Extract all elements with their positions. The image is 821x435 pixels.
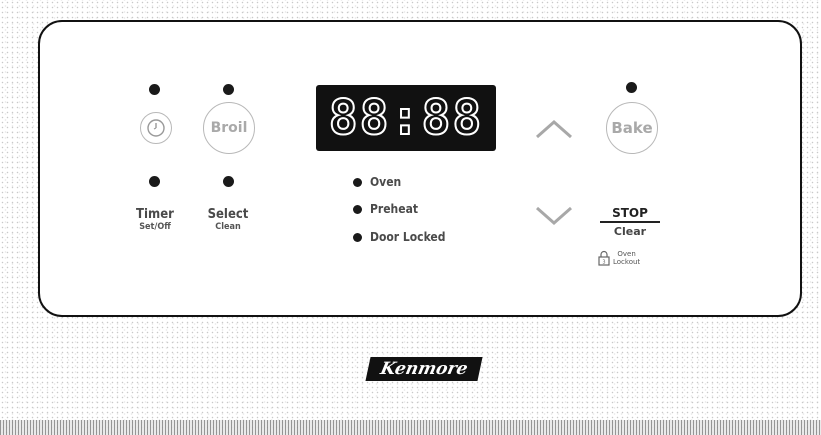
oven-indicator-label: Oven: [370, 175, 402, 189]
indicator-preheat: Preheat: [353, 202, 418, 216]
up-arrow-icon[interactable]: [534, 118, 574, 140]
bake-button-label: Bake: [611, 119, 653, 137]
broil-indicator-dot: [223, 84, 234, 95]
broil-button-label: Broil: [210, 120, 248, 136]
display-digits: 88:88: [328, 89, 484, 147]
indicator-oven: Oven: [353, 175, 401, 189]
stop-clear-button[interactable]: STOP Clear: [600, 206, 660, 238]
preheat-indicator-label: Preheat: [370, 202, 419, 216]
bottom-trim: [0, 420, 821, 435]
select-label-text: Select: [207, 207, 249, 222]
indicator-door-locked: Door Locked: [353, 230, 446, 244]
stop-label: STOP: [600, 206, 660, 223]
lock-icon: 3: [598, 250, 610, 266]
broil-button[interactable]: Broil: [203, 102, 255, 154]
timer-indicator-dot: [149, 84, 160, 95]
clock-display: 88:88: [316, 85, 496, 151]
down-arrow-icon[interactable]: [534, 205, 574, 227]
oven-lockout: 3 Oven Lockout: [598, 250, 640, 266]
door-locked-indicator-dot: [353, 232, 362, 242]
control-panel: [38, 20, 802, 317]
oven-lockout-line2: Lockout: [613, 258, 641, 266]
timer-label: Timer Set/Off: [125, 208, 185, 233]
select-sub-label: Clean: [215, 222, 241, 232]
logo-text: Kenmore: [378, 359, 470, 379]
preheat-indicator-dot: [353, 204, 362, 214]
oven-lockout-line1: Oven: [617, 250, 636, 258]
kenmore-logo: Kenmore: [365, 357, 483, 381]
timer-sub-label: Set/Off: [139, 222, 171, 232]
select-label: Select Clean: [198, 208, 258, 233]
timer-label-text: Timer: [136, 207, 174, 222]
clock-icon: [147, 119, 165, 137]
door-locked-indicator-label: Door Locked: [370, 230, 446, 244]
bake-indicator-dot: [626, 82, 637, 93]
svg-text:3: 3: [602, 260, 605, 266]
oven-indicator-dot: [353, 177, 362, 187]
timer-button[interactable]: [140, 112, 172, 144]
timer-status-dot: [149, 176, 160, 187]
bake-button[interactable]: Bake: [606, 102, 658, 154]
clear-label: Clear: [613, 225, 647, 238]
select-status-dot: [223, 176, 234, 187]
